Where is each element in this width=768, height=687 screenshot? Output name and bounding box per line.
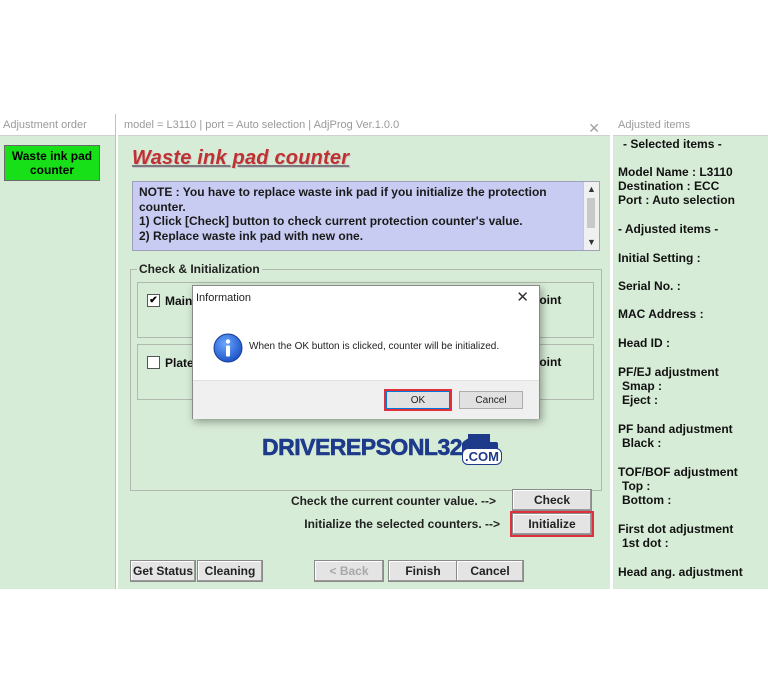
plate-checkbox[interactable] — [147, 356, 160, 369]
main-label: Main — [165, 294, 193, 308]
get-status-button[interactable]: Get Status — [130, 560, 196, 582]
group-label: Check & Initialization — [137, 262, 262, 276]
dialog-message: When the OK button is clicked, counter w… — [249, 341, 500, 352]
note-scrollbar[interactable]: ▲ ▼ — [583, 182, 599, 250]
adjustment-order-panel: Adjustment order Waste ink pad counter — [0, 114, 116, 589]
scroll-thumb[interactable] — [587, 198, 595, 228]
pf-band-adjustment-label: PF band adjustment — [618, 422, 733, 436]
watermark-text: DRIVEREPSONL3210 — [262, 434, 488, 461]
information-dialog: Information ✕ When the OK button is clic… — [192, 285, 540, 419]
note-line: 2) Replace waste ink pad with new one. — [139, 228, 364, 243]
cleaning-button[interactable]: Cleaning — [197, 560, 263, 582]
finish-button[interactable]: Finish — [388, 560, 458, 582]
cancel-button[interactable]: Cancel — [456, 560, 524, 582]
adjustment-order-title: Adjustment order — [0, 114, 115, 136]
check-counter-text: Check the current counter value. --> — [290, 494, 496, 508]
note-line: counter. — [139, 199, 186, 214]
tof-bof-adjustment-label: TOF/BOF adjustment — [618, 465, 738, 479]
bottom-label: Bottom : — [622, 493, 672, 507]
watermark-logo: DRIVEREPSONL3210 .COM — [262, 428, 512, 476]
note-line: 1) Click [Check] button to check current… — [139, 214, 523, 228]
dialog-footer: OK Cancel — [193, 380, 539, 419]
first-dot-label: 1st dot : — [622, 536, 669, 550]
main-checkbox[interactable]: ✔ — [147, 294, 160, 307]
scroll-up-icon[interactable]: ▲ — [584, 182, 599, 197]
info-icon — [213, 333, 243, 363]
ok-button[interactable]: OK — [384, 389, 452, 411]
top-label: Top : — [622, 479, 651, 493]
initialize-counter-text: Initialize the selected counters. --> — [304, 517, 500, 531]
page-heading: Waste ink pad counter — [132, 147, 350, 169]
note-text-box: NOTE : You have to replace waste ink pad… — [132, 181, 600, 251]
window-title-bar: model = L3110 | port = Auto selection | … — [118, 114, 610, 136]
check-button[interactable]: Check — [512, 489, 592, 511]
adjustment-item-waste-ink-pad-counter[interactable]: Waste ink pad counter — [4, 145, 100, 181]
smap-label: Smap : — [622, 379, 663, 393]
dialog-close-icon[interactable]: ✕ — [516, 288, 529, 306]
head-id-label: Head ID : — [618, 336, 671, 350]
head-ang-adjustment-label: Head ang. adjustment — [618, 565, 743, 579]
close-icon[interactable]: ✕ — [588, 117, 600, 139]
black-label: Black : — [622, 436, 662, 450]
serial-no-label: Serial No. : — [618, 279, 681, 293]
dialog-title: Information — [196, 292, 252, 304]
selected-items-header: - Selected items - — [623, 137, 722, 151]
initialize-button[interactable]: Initialize — [510, 511, 594, 537]
mac-address-label: MAC Address : — [618, 307, 704, 321]
note-line: NOTE : You have to replace waste ink pad… — [139, 185, 547, 199]
destination-value: Destination : ECC — [618, 179, 720, 193]
initial-setting-label: Initial Setting : — [618, 251, 701, 265]
adjusted-items-title: Adjusted items — [613, 114, 768, 136]
port-value: Port : Auto selection — [618, 193, 735, 207]
window-title: model = L3110 | port = Auto selection | … — [124, 119, 400, 131]
adjusted-items-panel: Adjusted items - Selected items - Model … — [613, 114, 768, 589]
adjusted-items-header: - Adjusted items - — [618, 222, 719, 236]
eject-label: Eject : — [622, 393, 659, 407]
watermark-suffix: .COM — [462, 448, 502, 465]
first-dot-adjustment-label: First dot adjustment — [618, 522, 734, 536]
scroll-down-icon[interactable]: ▼ — [584, 235, 599, 250]
back-button[interactable]: < Back — [314, 560, 384, 582]
model-name-value: Model Name : L3110 — [618, 165, 733, 179]
plate-label: Plate — [165, 356, 194, 370]
pf-ej-adjustment-label: PF/EJ adjustment — [618, 365, 719, 379]
dialog-cancel-button[interactable]: Cancel — [459, 391, 523, 409]
